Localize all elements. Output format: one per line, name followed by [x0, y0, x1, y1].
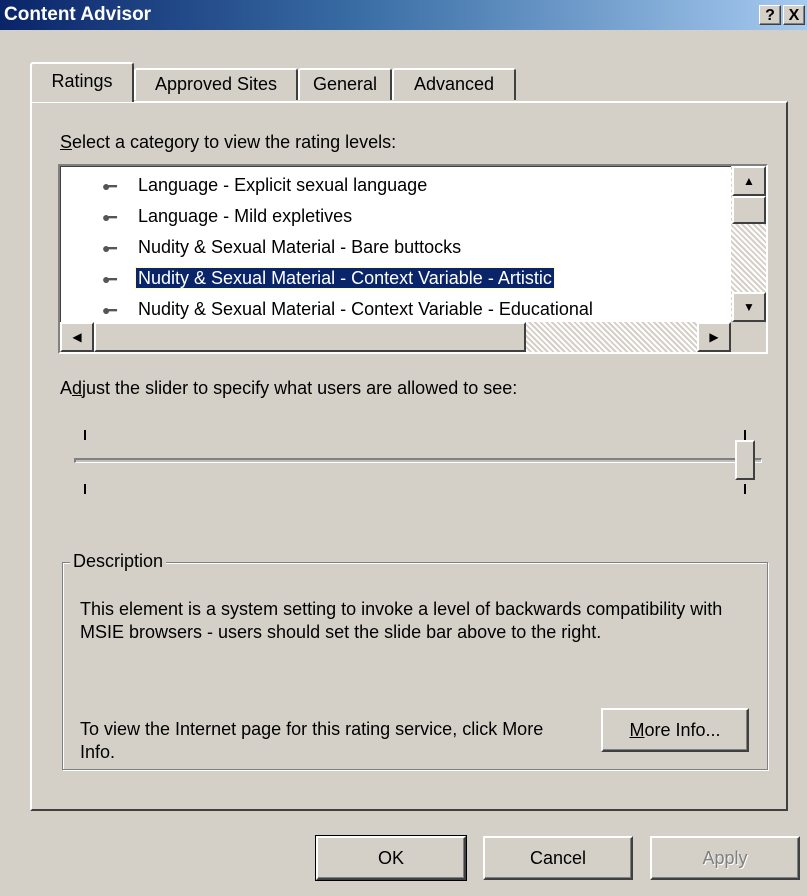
key-icon: ●━ [102, 302, 117, 318]
scroll-down-icon[interactable]: ▼ [732, 292, 766, 322]
scroll-corner [731, 322, 766, 352]
vertical-scroll-thumb[interactable] [732, 196, 766, 224]
key-icon: ●━ [102, 178, 117, 194]
scroll-left-icon[interactable]: ◀ [60, 322, 94, 352]
key-icon: ●━ [102, 271, 117, 287]
ok-button[interactable]: OK [315, 835, 467, 881]
vertical-scrollbar[interactable]: ▲ ▼ [731, 166, 766, 322]
tab-ratings[interactable]: Ratings [30, 62, 134, 102]
help-button[interactable]: ? [759, 5, 781, 25]
title-bar: Content Advisor ? X [0, 0, 807, 30]
slider-track [74, 458, 762, 463]
cancel-button[interactable]: Cancel [483, 836, 633, 880]
horizontal-scroll-thumb[interactable] [94, 322, 526, 352]
tab-general[interactable]: General [298, 68, 392, 100]
slider-tick [84, 484, 86, 494]
slider-tick [84, 430, 86, 440]
list-item[interactable]: ●━ Nudity & Sexual Material - Context Var… [102, 294, 595, 324]
tab-advanced[interactable]: Advanced [392, 68, 516, 100]
apply-button[interactable]: Apply [650, 836, 800, 880]
category-label: Select a category to view the rating lev… [60, 132, 397, 152]
list-item[interactable]: ●━ Language - Explicit sexual language [102, 170, 429, 200]
description-text: This element is a system setting to invo… [80, 599, 723, 642]
list-item[interactable]: ●━ Language - Mild expletives [102, 201, 354, 231]
more-info-hint: To view the Internet page for this ratin… [80, 719, 544, 762]
description-legend: Description [70, 551, 167, 572]
key-icon: ●━ [102, 209, 117, 225]
slider-tick [744, 430, 746, 440]
tab-approved-sites[interactable]: Approved Sites [134, 68, 298, 100]
scroll-up-icon[interactable]: ▲ [732, 166, 766, 196]
category-listbox[interactable]: ●━ Language - Explicit sexual language ●━… [58, 164, 768, 354]
close-button[interactable]: X [783, 5, 805, 25]
scroll-right-icon[interactable]: ▶ [697, 322, 731, 352]
key-icon: ●━ [102, 240, 117, 256]
slider-label: Adjust the slider to specify what users … [60, 378, 518, 398]
window-title: Content Advisor [4, 4, 152, 25]
more-info-button[interactable]: More Info... [601, 708, 749, 752]
rating-slider-thumb[interactable] [735, 440, 755, 480]
list-item[interactable]: ●━ Nudity & Sexual Material - Bare buttoc… [102, 232, 463, 262]
slider-tick [744, 484, 746, 494]
horizontal-scrollbar[interactable]: ◀ ▶ [60, 322, 731, 352]
list-item-selected[interactable]: ●━ Nudity & Sexual Material - Context Var… [102, 263, 555, 293]
